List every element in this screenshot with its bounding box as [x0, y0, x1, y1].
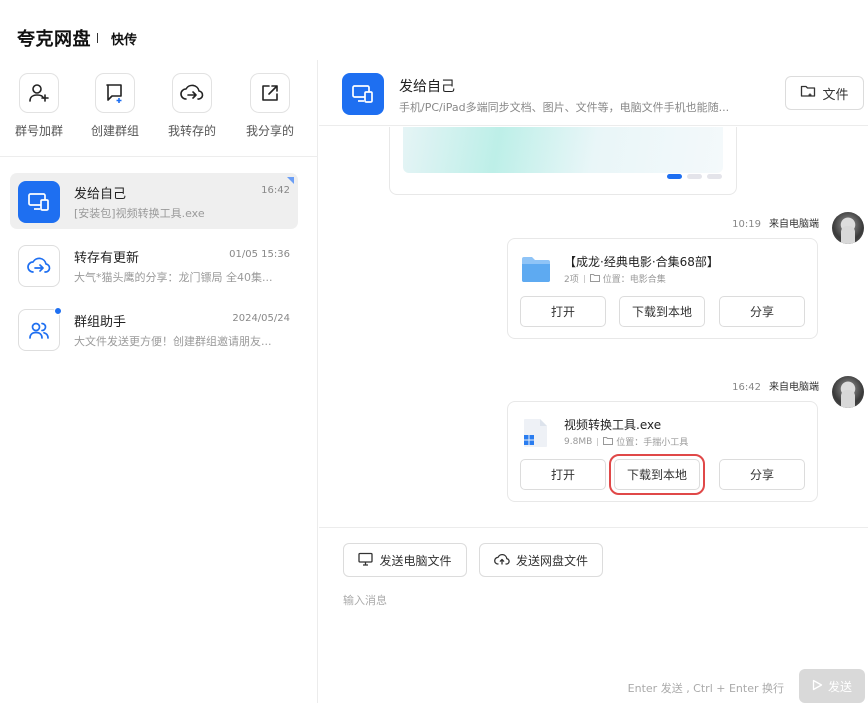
sidebar: 群号加群 创建群组 我转存的 我分享的 发给自己 16:42 [安装包]视频转换… [0, 60, 318, 703]
file-size: 2项 [564, 275, 579, 285]
conversation-time: 2024/05/24 [232, 313, 290, 324]
file-message-card[interactable]: 视频转换工具.exe 9.8MB 位置：手揣小工具 打开 下载到本地 分享 [507, 401, 818, 502]
conversation-name: 转存有更新 [74, 251, 140, 266]
info-divider [597, 437, 599, 446]
send-cloud-file-label: 发送网盘文件 [515, 553, 588, 568]
send-pc-file-button[interactable]: 发送电脑文件 [343, 543, 467, 577]
carousel-dot[interactable] [667, 174, 682, 179]
create-group-icon [95, 73, 135, 113]
send-button-label: 发送 [827, 679, 852, 694]
cloud-upload-icon [494, 552, 510, 569]
exe-file-icon [521, 418, 551, 447]
folder-icon [800, 84, 816, 102]
message-source: 来自电脑端 [769, 382, 819, 393]
unread-dot [54, 307, 62, 315]
location-folder-icon [589, 273, 600, 285]
message-meta: 16:42 来自电脑端 [732, 378, 819, 393]
monitor-icon [358, 552, 374, 569]
conversation-item-self[interactable]: 发给自己 16:42 [安装包]视频转换工具.exe [10, 173, 298, 229]
info-divider [583, 274, 585, 283]
open-button[interactable]: 打开 [520, 459, 606, 490]
conversation-preview: [安装包]视频转换工具.exe [74, 207, 205, 220]
file-name: 视频转换工具.exe [564, 418, 662, 432]
carousel-dot[interactable] [707, 174, 722, 179]
pinned-corner-mark [287, 177, 294, 184]
join-group-label: 群号加群 [14, 124, 63, 138]
promo-banner-card[interactable] [389, 127, 737, 195]
conversation-time: 01/05 15:36 [229, 249, 290, 260]
message-list[interactable]: 10:19 来自电脑端 【成龙·经典电影·合集68部】 2项 位置：电影合集 打开… [319, 127, 868, 527]
create-group-label: 创建群组 [90, 124, 139, 138]
device-icon [342, 73, 384, 115]
avatar[interactable] [832, 212, 864, 244]
app-subtitle: 快传 [111, 33, 138, 48]
send-button[interactable]: 发送 [799, 669, 865, 703]
my-transfers-label: 我转存的 [167, 124, 216, 138]
carousel-dots [667, 174, 722, 179]
file-size: 9.8MB [564, 436, 593, 447]
add-user-icon [19, 73, 59, 113]
file-info: 2项 位置：电影合集 [564, 272, 666, 285]
message-time: 10:19 [732, 219, 761, 230]
message-source: 来自电脑端 [769, 219, 819, 230]
app-header: 夸克网盘 快传 [0, 0, 868, 60]
message-composer: 发送电脑文件 发送网盘文件 Enter 发送 , Ctrl + Enter 换行… [319, 527, 868, 703]
chat-subtitle: 手机/PC/iPad多端同步文档、图片、文件等，电脑文件手机也能随... [399, 101, 730, 114]
share-out-icon [250, 73, 290, 113]
cloud-transfer-icon [172, 73, 212, 113]
send-cloud-file-button[interactable]: 发送网盘文件 [479, 543, 603, 577]
carousel-dot[interactable] [687, 174, 702, 179]
location-folder-icon [603, 436, 614, 448]
brand-divider [97, 33, 98, 43]
file-info: 9.8MB 位置：手揣小工具 [564, 435, 688, 448]
device-icon [18, 181, 60, 223]
send-icon [812, 679, 823, 694]
my-transfers-button[interactable]: 我转存的 [153, 73, 231, 139]
join-group-button[interactable]: 群号加群 [0, 73, 78, 139]
conversation-preview: 大气*猫头鹰的分享：龙门镖局 全40集... [74, 271, 273, 284]
message-meta: 10:19 来自电脑端 [732, 215, 819, 230]
my-shares-label: 我分享的 [245, 124, 294, 138]
folder-icon [521, 255, 551, 283]
share-button[interactable]: 分享 [719, 296, 805, 327]
file-name: 【成龙·经典电影·合集68部】 [564, 255, 719, 269]
file-location: 位置：手揣小工具 [616, 438, 689, 448]
share-button[interactable]: 分享 [719, 459, 805, 490]
promo-banner-image [403, 127, 723, 173]
quick-actions: 群号加群 创建群组 我转存的 我分享的 [0, 73, 318, 157]
chat-title: 发给自己 [399, 79, 455, 95]
conversation-name: 群组助手 [74, 315, 127, 330]
file-location: 位置：电影合集 [602, 275, 666, 285]
files-button[interactable]: 文件 [785, 76, 864, 110]
conversation-name: 发给自己 [74, 187, 127, 202]
keyboard-hint: Enter 发送 , Ctrl + Enter 换行 [627, 682, 784, 695]
conversation-item-transfers[interactable]: 转存有更新 01/05 15:36 大气*猫头鹰的分享：龙门镖局 全40集... [10, 237, 298, 293]
message-input[interactable] [343, 592, 843, 662]
message-time: 16:42 [732, 382, 761, 393]
app-brand: 夸克网盘 [17, 29, 91, 50]
cloud-transfer-icon [18, 245, 60, 287]
conversation-item-group-assistant[interactable]: 群组助手 2024/05/24 大文件发送更方便！创建群组邀请朋友... [10, 301, 298, 357]
avatar[interactable] [832, 376, 864, 408]
files-button-label: 文件 [822, 87, 849, 103]
create-group-button[interactable]: 创建群组 [76, 73, 154, 139]
download-to-local-button[interactable]: 下载到本地 [619, 296, 705, 327]
download-to-local-button[interactable]: 下载到本地 [609, 454, 705, 495]
group-icon [18, 307, 62, 351]
send-pc-file-label: 发送电脑文件 [379, 553, 452, 568]
conversation-preview: 大文件发送更方便！创建群组邀请朋友... [74, 335, 272, 348]
file-message-card[interactable]: 【成龙·经典电影·合集68部】 2项 位置：电影合集 打开 下载到本地 分享 [507, 238, 818, 339]
open-button[interactable]: 打开 [520, 296, 606, 327]
my-shares-button[interactable]: 我分享的 [231, 73, 309, 139]
conversation-time: 16:42 [261, 185, 290, 196]
chat-header: 发给自己 手机/PC/iPad多端同步文档、图片、文件等，电脑文件手机也能随..… [319, 60, 868, 126]
